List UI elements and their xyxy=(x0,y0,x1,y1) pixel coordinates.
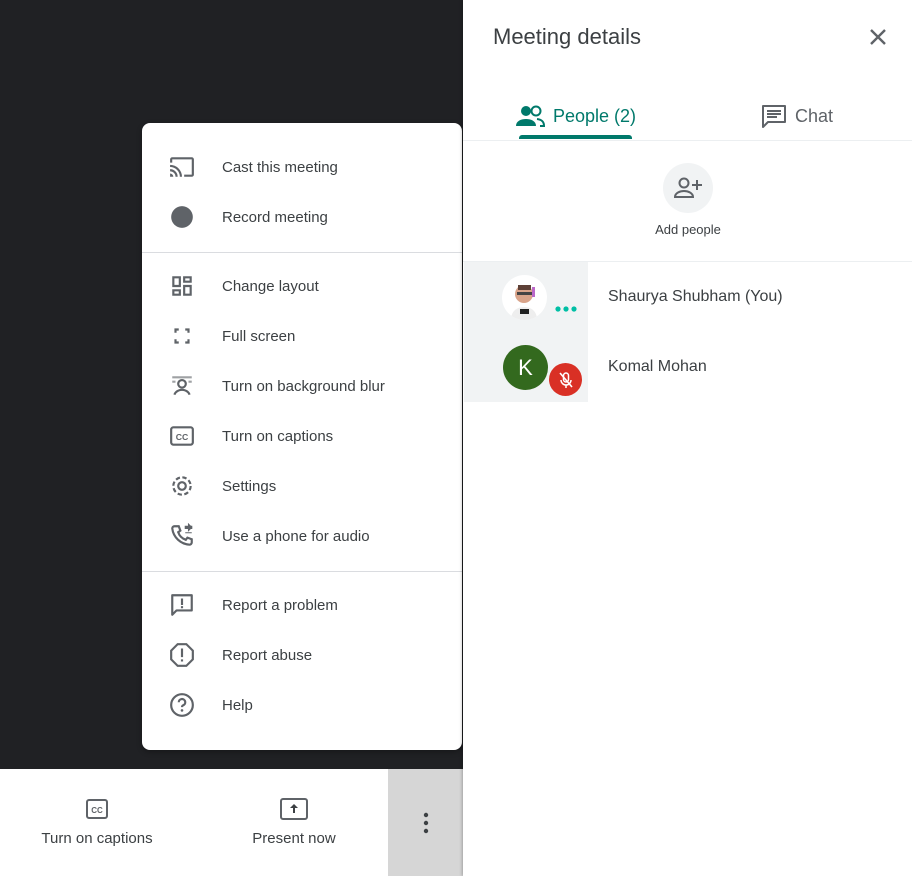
tab-chat[interactable]: Chat xyxy=(761,92,833,140)
tab-people[interactable]: People (2) xyxy=(515,92,636,140)
svg-text:CC: CC xyxy=(91,806,103,815)
menu-label: Settings xyxy=(222,477,277,495)
divider xyxy=(142,252,462,253)
gear-icon xyxy=(142,473,222,499)
panel-title: Meeting details xyxy=(493,24,641,49)
menu-item-report-abuse[interactable]: Report abuse xyxy=(142,630,462,680)
report-icon xyxy=(142,642,222,668)
present-now-button[interactable]: Present now xyxy=(194,769,394,876)
menu-item-help[interactable]: Help xyxy=(142,680,462,730)
muted-indicator xyxy=(549,363,582,396)
menu-label: Full screen xyxy=(222,327,296,345)
layout-icon xyxy=(142,273,222,299)
people-icon xyxy=(516,105,545,127)
menu-item-full-screen[interactable]: Full screen xyxy=(142,311,462,361)
blur-icon xyxy=(142,373,222,399)
avatar xyxy=(502,275,547,320)
menu-label: Turn on background blur xyxy=(222,377,385,395)
present-label: Present now xyxy=(252,830,336,847)
meeting-details-panel: Meeting details People (2) Chat Add peop… xyxy=(463,0,912,876)
menu-label: Use a phone for audio xyxy=(222,527,370,545)
avatar: K xyxy=(503,345,548,390)
person-add-icon xyxy=(673,177,702,198)
menu-label: Turn on captions xyxy=(222,427,334,445)
cast-icon xyxy=(142,154,222,180)
captions-icon: CC xyxy=(86,799,108,819)
menu-item-cast[interactable]: Cast this meeting xyxy=(142,142,462,192)
chat-icon xyxy=(762,105,786,128)
record-icon xyxy=(142,204,222,230)
bottom-toolbar: CC Turn on captions Present now xyxy=(0,769,463,876)
menu-label: Change layout xyxy=(222,277,319,295)
menu-item-phone-audio[interactable]: Use a phone for audio xyxy=(142,511,462,561)
speaking-dots-icon xyxy=(555,306,577,312)
svg-text:CC: CC xyxy=(176,432,189,442)
menu-label: Report abuse xyxy=(222,646,313,664)
captions-label: Turn on captions xyxy=(41,830,153,847)
fullscreen-icon xyxy=(142,323,222,349)
menu-item-settings[interactable]: Settings xyxy=(142,461,462,511)
tab-label: People (2) xyxy=(553,105,637,126)
menu-item-record[interactable]: Record meeting xyxy=(142,192,462,242)
divider xyxy=(463,140,912,141)
menu-label: Help xyxy=(222,696,253,714)
add-people-label: Add people xyxy=(655,222,721,237)
tab-label: Chat xyxy=(795,105,834,126)
more-vert-icon xyxy=(423,812,428,833)
feedback-icon xyxy=(142,592,222,618)
menu-label: Record meeting xyxy=(222,208,328,226)
active-tab-indicator xyxy=(519,135,632,139)
divider xyxy=(142,571,462,572)
menu-label: Report a problem xyxy=(222,596,338,614)
captions-button[interactable]: CC Turn on captions xyxy=(0,769,194,876)
add-people-button[interactable] xyxy=(663,163,713,213)
mic-off-icon xyxy=(558,371,573,388)
more-options-button[interactable] xyxy=(388,769,463,876)
menu-item-background-blur[interactable]: Turn on background blur xyxy=(142,361,462,411)
menu-item-change-layout[interactable]: Change layout xyxy=(142,261,462,311)
present-icon xyxy=(280,798,308,820)
help-icon xyxy=(142,692,222,718)
menu-item-report-problem[interactable]: Report a problem xyxy=(142,580,462,630)
participant-name: Shaurya Shubham (You) xyxy=(608,288,783,305)
captions-icon: CC xyxy=(142,423,222,449)
close-icon[interactable] xyxy=(866,25,890,49)
menu-item-captions[interactable]: CC Turn on captions xyxy=(142,411,462,461)
more-options-menu: Cast this meeting Record meeting Change … xyxy=(142,123,462,750)
menu-label: Cast this meeting xyxy=(222,158,338,176)
phone-icon xyxy=(142,523,222,549)
participant-name: Komal Mohan xyxy=(608,358,707,375)
